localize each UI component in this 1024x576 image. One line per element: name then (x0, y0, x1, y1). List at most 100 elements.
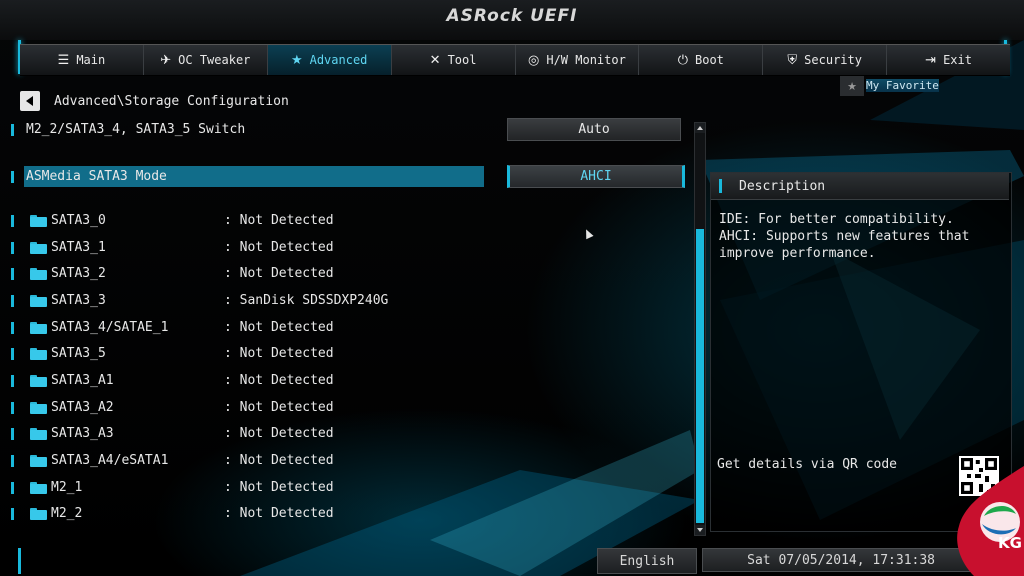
exit-icon: ⇥ (925, 52, 937, 68)
folder-icon (30, 402, 47, 414)
device-row[interactable]: SATA3_A2 : Not Detected (0, 397, 690, 419)
device-row[interactable]: SATA3_5 : Not Detected (0, 343, 690, 365)
tab-label: Tool (447, 53, 477, 67)
description-line: improve performance. (719, 246, 876, 261)
device-port: M2_2 (51, 506, 83, 521)
tab-main[interactable]: ☰ Main (20, 45, 144, 75)
row-marker (11, 375, 14, 387)
description-title: Description (739, 179, 826, 194)
device-port: SATA3_5 (51, 346, 106, 361)
tab-label: Main (76, 53, 106, 67)
device-port: SATA3_4/SATAE_1 (51, 320, 169, 335)
tab-oc-tweaker[interactable]: ✈ OC Tweaker (144, 45, 268, 75)
scroll-up-arrow-icon[interactable] (695, 123, 705, 133)
row-marker (11, 455, 14, 467)
device-status: : SanDisk SDSSDXP240G (224, 293, 389, 308)
device-status: : Not Detected (224, 240, 334, 255)
description-line: AHCI: Supports new features that (719, 229, 970, 244)
device-row[interactable]: M2_2 : Not Detected (0, 503, 690, 525)
device-port: M2_1 (51, 480, 83, 495)
row-marker (11, 215, 14, 227)
tab-security[interactable]: ⛨ Security (763, 45, 888, 75)
scrollbar[interactable] (694, 122, 706, 536)
row-marker (11, 242, 14, 254)
row-marker (11, 482, 14, 494)
device-port: SATA3_1 (51, 240, 106, 255)
device-status: : Not Detected (224, 213, 334, 228)
back-button[interactable] (20, 91, 40, 111)
qr-caption: Get details via QR code (717, 457, 898, 472)
device-status: : Not Detected (224, 480, 334, 495)
language-button[interactable]: English (597, 548, 697, 574)
my-favorite-button[interactable]: ★ My Favorite (840, 76, 986, 96)
tab-exit[interactable]: ⇥ Exit (887, 45, 1010, 75)
tools-icon: ✕ (429, 52, 441, 68)
device-port: SATA3_A1 (51, 373, 114, 388)
row-marker (11, 428, 14, 440)
tab-boot[interactable]: ⏻ Boot (639, 45, 764, 75)
sata3-mode-value-button[interactable]: AHCI (507, 165, 685, 188)
device-row[interactable]: SATA3_A3 : Not Detected (0, 423, 690, 445)
device-port: SATA3_A3 (51, 426, 114, 441)
device-row[interactable]: M2_1 : Not Detected (0, 477, 690, 499)
header-marker (719, 179, 722, 193)
device-row[interactable]: SATA3_1 : Not Detected (0, 237, 690, 259)
kg-text: KG (998, 534, 1022, 552)
row-marker (11, 348, 14, 360)
footer-marker (18, 548, 21, 574)
row-marker (11, 508, 14, 520)
folder-icon (30, 455, 47, 467)
row-marker (11, 171, 14, 183)
device-row[interactable]: SATA3_3 : SanDisk SDSSDXP240G (0, 290, 690, 312)
device-port: SATA3_0 (51, 213, 106, 228)
device-port: SATA3_2 (51, 266, 106, 281)
device-status: : Not Detected (224, 426, 334, 441)
brand-logo: ASRock UEFI (446, 6, 578, 26)
folder-icon (30, 348, 47, 360)
rocket-icon: ✈ (160, 52, 172, 68)
header-bar: ASRock UEFI (0, 0, 1024, 40)
scrollbar-thumb[interactable] (696, 229, 704, 523)
row-marker (11, 402, 14, 414)
tab-label: Security (804, 53, 862, 67)
tab-tool[interactable]: ✕ Tool (392, 45, 516, 75)
device-port: SATA3_3 (51, 293, 106, 308)
device-row[interactable]: SATA3_A1 : Not Detected (0, 370, 690, 392)
row-marker (11, 124, 14, 136)
my-favorite-label: My Favorite (866, 79, 939, 92)
kg-watermark-logo: KG (957, 466, 1024, 576)
tab-label: H/W Monitor (546, 53, 626, 67)
shield-icon: ⛨ (787, 52, 798, 68)
folder-icon (30, 268, 47, 280)
folder-icon (30, 482, 47, 494)
device-status: : Not Detected (224, 346, 334, 361)
device-row[interactable]: SATA3_4/SATAE_1 : Not Detected (0, 317, 690, 339)
device-row[interactable]: SATA3_A4/eSATA1 : Not Detected (0, 450, 690, 472)
device-port: SATA3_A2 (51, 400, 114, 415)
monitor-icon: ◎ (528, 52, 540, 68)
tab-label: Exit (943, 53, 972, 67)
folder-icon (30, 375, 47, 387)
switch-value-button[interactable]: Auto (507, 118, 681, 141)
device-status: : Not Detected (224, 320, 334, 335)
device-status: : Not Detected (224, 453, 334, 468)
tab-label: Advanced (309, 53, 368, 67)
tab-hw-monitor[interactable]: ◎ H/W Monitor (516, 45, 640, 75)
setting-label: M2_2/SATA3_4, SATA3_5 Switch (26, 122, 246, 137)
folder-icon (30, 322, 47, 334)
folder-icon (30, 242, 47, 254)
tab-label: OC Tweaker (178, 53, 251, 67)
list-icon: ☰ (57, 52, 70, 68)
device-status: : Not Detected (224, 400, 334, 415)
star-icon: ★ (290, 52, 303, 68)
star-icon: ★ (840, 76, 864, 96)
tab-advanced[interactable]: ★ Advanced (267, 45, 392, 75)
device-status: : Not Detected (224, 373, 334, 388)
row-marker (11, 322, 14, 334)
description-text: IDE: For better compatibility. AHCI: Sup… (719, 211, 1004, 262)
scroll-down-arrow-icon[interactable] (695, 525, 705, 535)
setting-label: ASMedia SATA3 Mode (26, 169, 167, 184)
main-nav: ☰ Main ✈ OC Tweaker ★ Advanced ✕ Tool ◎ … (20, 44, 1010, 76)
device-row[interactable]: SATA3_2 : Not Detected (0, 263, 690, 285)
breadcrumb: Advanced\Storage Configuration (54, 94, 289, 109)
